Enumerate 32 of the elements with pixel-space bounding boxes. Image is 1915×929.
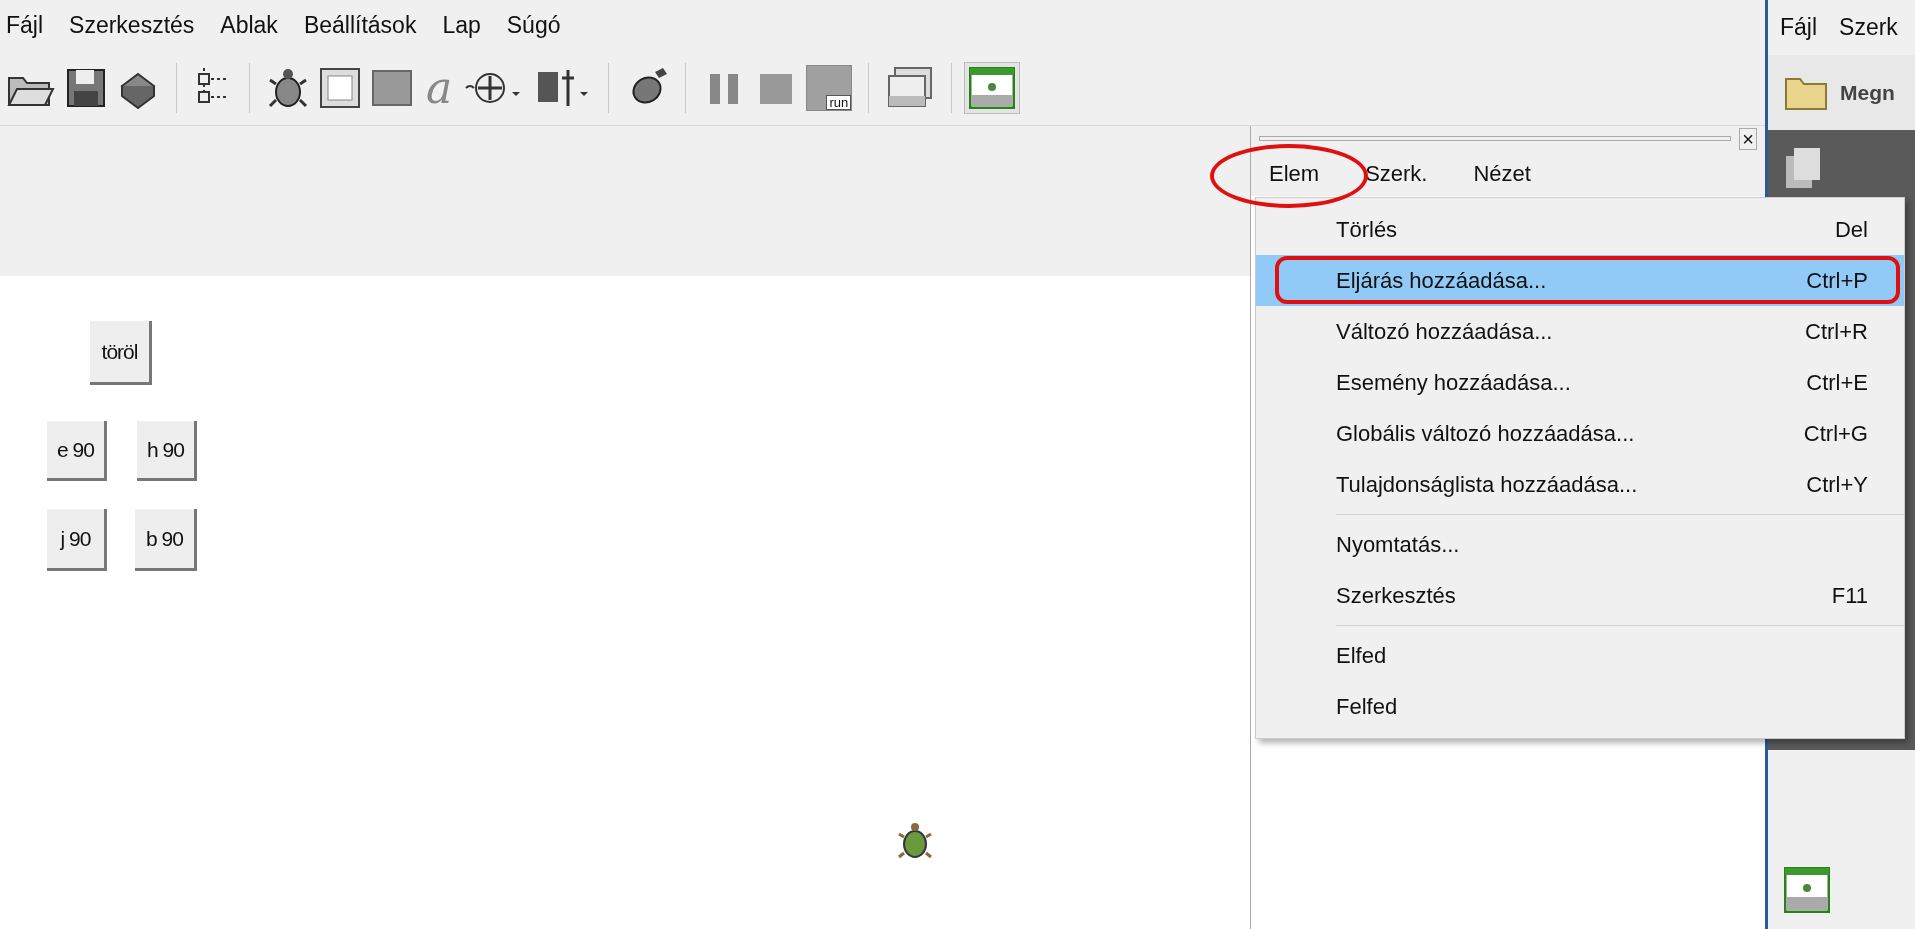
canvas-button[interactable]: j 90 [47,509,107,571]
menu-item[interactable]: Fájl [1780,10,1818,45]
open-button[interactable]: Megn [1840,76,1895,109]
canvas-button[interactable]: e 90 [47,421,107,481]
menu-item[interactable]: Tulajdonságlista hozzáadása... Ctrl+Y [1256,459,1904,510]
menu-item[interactable]: Szerk [1839,10,1898,45]
menu-item[interactable]: Szerkesztés [69,7,195,43]
canvas-button[interactable]: h 90 [137,421,197,481]
close-button[interactable]: × [1739,127,1757,150]
square-frame-icon[interactable] [318,65,362,110]
menu-item[interactable]: Ablak [220,7,278,43]
canvas-button[interactable]: b 90 [135,509,197,571]
menu-item[interactable]: Súgó [506,7,561,43]
window-view-icon [969,66,1016,109]
menu-item[interactable]: Beállítások [303,7,417,43]
menu-item[interactable]: Szerkesztés F11 [1336,570,1904,621]
menu-item[interactable]: Nézet [1473,157,1531,190]
menu-item[interactable]: Szerk. [1365,157,1428,190]
menu-item[interactable]: Elfed [1336,630,1904,681]
menu-item[interactable]: Fájl [6,7,44,43]
canvas-button[interactable]: töröl [90,321,152,385]
menu-item[interactable]: Nyomtatás... [1336,519,1904,570]
window-view-icon[interactable] [1784,867,1830,913]
run-stop-button[interactable]: run [806,64,853,111]
menu-item[interactable]: Felfed [1336,681,1904,732]
menu-item[interactable]: Globális változó hozzáadása... Ctrl+G [1256,408,1904,459]
menu-item[interactable]: Törlés Del [1256,204,1904,255]
menu-item[interactable]: Esemény hozzáadása... Ctrl+E [1256,357,1904,408]
menu-item[interactable]: Elem [1269,157,1320,190]
menu-item[interactable]: Lap [442,7,481,43]
menu-item[interactable]: Változó hozzáadása... Ctrl+R [1256,306,1904,357]
window-view-button[interactable] [964,61,1021,114]
